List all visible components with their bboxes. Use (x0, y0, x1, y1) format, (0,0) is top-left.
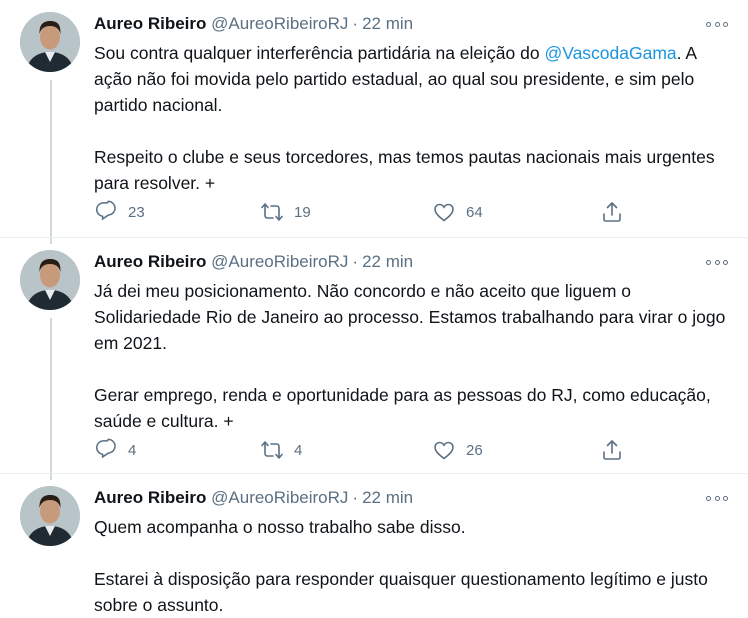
avatar[interactable] (20, 486, 80, 546)
reply-icon (95, 200, 116, 221)
avatar-image (20, 486, 80, 546)
tweet-actions: 4 4 26 (94, 438, 634, 462)
tweet-paragraph: Quem acompanha o nosso trabalho sabe dis… (94, 514, 728, 540)
more-options-icon[interactable] (706, 14, 728, 34)
share-button[interactable] (600, 438, 624, 462)
retweet-icon (261, 441, 283, 459)
more-options-icon[interactable] (706, 252, 728, 272)
tweet-header: Aureo Ribeiro @AureoRibeiroRJ · 22 min (94, 13, 413, 35)
mention-link[interactable]: @VascodaGama (544, 43, 676, 63)
reply-count: 4 (128, 441, 137, 459)
avatar-image (20, 250, 80, 310)
tweet-text: Sou contra qualquer interferência partid… (94, 40, 728, 196)
tweet[interactable]: Aureo Ribeiro @AureoRibeiroRJ · 22 min Sou… (0, 0, 748, 238)
share-icon (603, 440, 621, 460)
share-button[interactable] (600, 200, 624, 224)
tweet-paragraph: Gerar emprego, renda e oportunidade para… (94, 382, 728, 434)
separator: · (352, 488, 359, 507)
tweet-actions: 23 19 64 (94, 200, 634, 224)
retweet-button[interactable]: 4 (260, 438, 302, 462)
tweet-paragraph: Sou contra qualquer interferência partid… (94, 40, 728, 118)
author-handle[interactable]: @AureoRibeiroRJ (211, 14, 348, 33)
reply-button[interactable]: 23 (94, 200, 145, 224)
tweet-paragraph: Já dei meu posicionamento. Não concordo … (94, 278, 728, 356)
like-count: 64 (466, 203, 483, 221)
tweet-paragraph: Estarei à disposição para responder quai… (94, 566, 728, 618)
retweet-count: 4 (294, 441, 303, 459)
timestamp[interactable]: 22 min (362, 252, 413, 271)
like-button[interactable]: 64 (432, 200, 483, 224)
tweet[interactable]: Aureo Ribeiro @AureoRibeiroRJ · 22 min Já … (0, 238, 748, 474)
text-segment: Sou contra qualquer interferência partid… (94, 43, 545, 63)
author-name[interactable]: Aureo Ribeiro (94, 252, 206, 271)
share-icon (603, 202, 621, 222)
text-segment: Respeito o clube e seus torcedores, mas … (94, 147, 715, 193)
text-segment: Gerar emprego, renda e oportunidade para… (94, 385, 711, 431)
tweet-paragraph: Respeito o clube e seus torcedores, mas … (94, 144, 728, 196)
tweet-header: Aureo Ribeiro @AureoRibeiroRJ · 22 min (94, 487, 413, 509)
text-segment: Estarei à disposição para responder quai… (94, 569, 708, 615)
timestamp[interactable]: 22 min (362, 14, 413, 33)
tweet[interactable]: Aureo Ribeiro @AureoRibeiroRJ · 22 min Que… (0, 474, 748, 615)
heart-icon (434, 203, 454, 222)
more-options-icon[interactable] (706, 488, 728, 508)
like-count: 26 (466, 441, 483, 459)
author-name[interactable]: Aureo Ribeiro (94, 14, 206, 33)
tweet-text: Já dei meu posicionamento. Não concordo … (94, 278, 728, 434)
avatar-image (20, 12, 80, 72)
timestamp[interactable]: 22 min (362, 488, 413, 507)
author-handle[interactable]: @AureoRibeiroRJ (211, 488, 348, 507)
text-segment: Quem acompanha o nosso trabalho sabe dis… (94, 517, 466, 537)
reply-count: 23 (128, 203, 145, 221)
avatar[interactable] (20, 250, 80, 310)
author-name[interactable]: Aureo Ribeiro (94, 488, 206, 507)
author-handle[interactable]: @AureoRibeiroRJ (211, 252, 348, 271)
separator: · (352, 252, 359, 271)
retweet-count: 19 (294, 203, 311, 221)
text-segment: Já dei meu posicionamento. Não concordo … (94, 281, 726, 353)
retweet-button[interactable]: 19 (260, 200, 311, 224)
reply-icon (95, 438, 116, 459)
avatar[interactable] (20, 12, 80, 72)
reply-button[interactable]: 4 (94, 438, 136, 462)
tweet-header: Aureo Ribeiro @AureoRibeiroRJ · 22 min (94, 251, 413, 273)
tweet-text: Quem acompanha o nosso trabalho sabe dis… (94, 514, 728, 618)
retweet-icon (261, 203, 283, 221)
heart-icon (434, 441, 454, 460)
like-button[interactable]: 26 (432, 438, 483, 462)
separator: · (352, 14, 359, 33)
